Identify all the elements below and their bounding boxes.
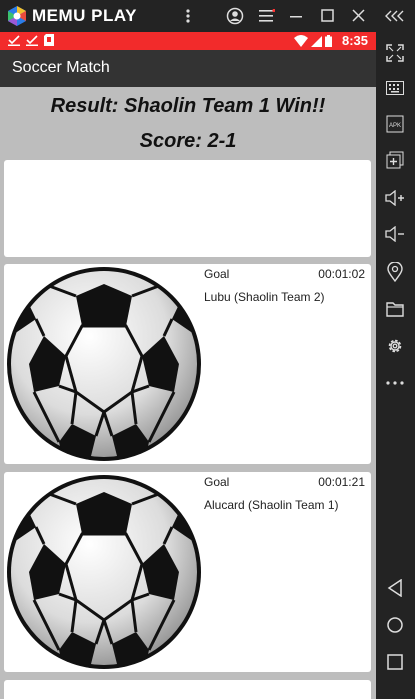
battery-icon [325,35,332,47]
event-player: Alucard (Shaolin Team 1) [204,498,339,512]
recents-icon[interactable] [384,651,406,673]
volume-up-icon[interactable] [384,187,406,209]
location-icon[interactable] [384,261,406,283]
event-time: 00:01:02 [318,267,365,281]
folder-icon[interactable] [384,298,406,320]
maximize-icon[interactable] [318,6,338,26]
sd-card-icon [44,34,54,46]
status-time: 8:35 [341,33,368,48]
back-icon[interactable] [384,577,406,599]
menu-icon[interactable] [257,6,277,26]
result-header: Result: Shaolin Team 1 Win!! Score: 2-1 [0,87,376,159]
soccer-ball-icon [7,475,201,669]
fullscreen-icon[interactable] [384,42,406,64]
soccer-ball-icon [7,267,201,461]
kebab-menu-icon[interactable] [178,6,198,26]
download-done-icon [8,35,20,46]
close-icon[interactable] [349,6,369,26]
memu-logo-icon [8,6,26,26]
volume-down-icon[interactable] [384,223,406,245]
minimize-icon[interactable] [287,6,307,26]
score-text: Score: 2-1 [139,130,237,152]
result-headline: Result: Shaolin Team 1 Win!! [50,95,326,117]
event-type: Goal [204,475,230,489]
app-title: Soccer Match [12,59,110,76]
collapse-icon[interactable] [385,6,405,26]
add-app-icon[interactable] [384,149,406,171]
apk-icon[interactable]: APK [384,113,406,135]
emulator-sidebar: APK [376,32,415,699]
android-screen: 8:35 Soccer Match Result: Shaolin Team 1… [0,32,376,699]
signal-icon [311,36,322,47]
system-icons [294,35,332,47]
home-icon[interactable] [384,614,406,636]
more-icon[interactable] [384,372,406,394]
wifi-icon [294,35,308,47]
keyboard-icon[interactable] [384,77,406,99]
download-done-icon [26,35,38,46]
emulator-title: MEMU PLAY [32,6,137,25]
event-time: 00:01:21 [318,475,365,489]
emulator-title-bar: MEMU PLAY [0,0,415,32]
empty-card [4,160,371,257]
svg-text:APK: APK [389,123,401,129]
app-bar: Soccer Match [0,50,376,87]
status-bar: 8:35 [0,32,376,50]
settings-icon[interactable] [384,335,406,357]
event-card[interactable]: Goal 00:01:21 Alucard (Shaolin Team 1) [4,472,371,672]
account-icon[interactable] [225,6,245,26]
notification-icons [8,34,54,46]
event-player: Lubu (Shaolin Team 2) [204,290,325,304]
event-card-partial[interactable] [4,680,371,699]
event-type: Goal [204,267,230,281]
event-card[interactable]: Goal 00:01:02 Lubu (Shaolin Team 2) [4,264,371,464]
